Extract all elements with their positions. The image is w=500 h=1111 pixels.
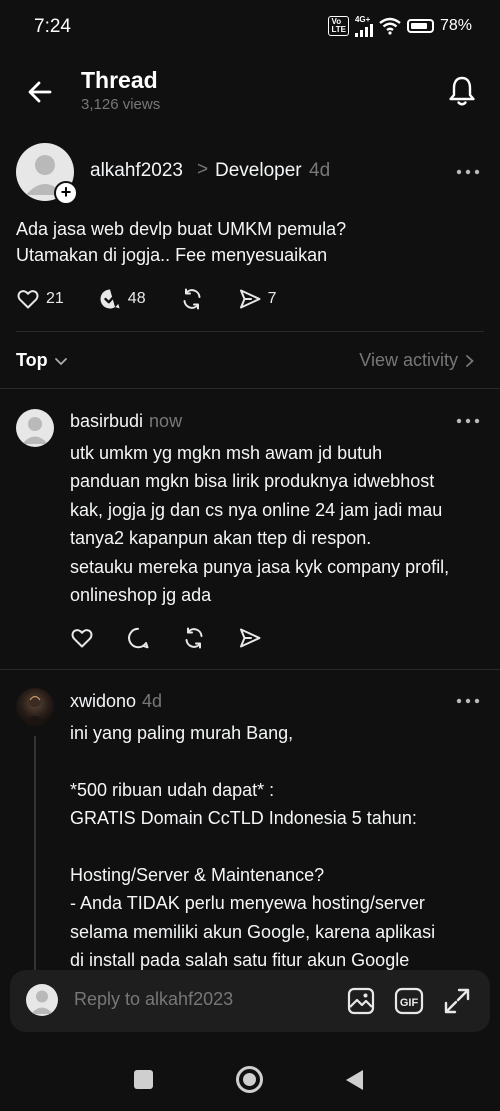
wifi-icon	[379, 17, 401, 35]
reply-body: utk umkm yg mgkn msh awam jd butuh pandu…	[70, 443, 450, 606]
share-button[interactable]	[238, 626, 262, 650]
more-horizontal-icon[interactable]	[456, 416, 480, 426]
sort-label: Top	[16, 350, 48, 370]
bell-icon[interactable]	[446, 74, 478, 108]
post-actions: 21 48 7	[16, 287, 277, 311]
reply-body: ini yang paling murah Bang, *500 ribuan …	[70, 723, 436, 999]
back-triangle-icon[interactable]	[346, 1070, 363, 1090]
post-time: 4d	[309, 160, 331, 181]
divider	[16, 331, 484, 332]
home-icon[interactable]	[236, 1066, 263, 1093]
cell-signal-icon: 4G+	[354, 15, 373, 37]
reply-author[interactable]: xwidono 4d	[70, 691, 162, 712]
reply-author[interactable]: basirbudi now	[70, 411, 182, 432]
follow-plus-icon[interactable]: +	[54, 181, 78, 205]
avatar[interactable]	[16, 409, 54, 447]
reply-input[interactable]	[74, 989, 324, 1010]
image-icon[interactable]	[346, 986, 376, 1016]
arrow-left-icon[interactable]	[24, 76, 56, 108]
send-icon	[239, 289, 261, 309]
repost-button[interactable]	[180, 287, 204, 311]
send-icon	[240, 628, 261, 648]
status-bar: 7:24 Vo LTE 4G+ 78%	[0, 0, 500, 52]
volte-icon: Vo LTE	[328, 16, 349, 36]
battery-icon	[406, 19, 434, 33]
like-button[interactable]: 21	[16, 287, 64, 311]
more-horizontal-icon[interactable]	[456, 167, 480, 177]
divider	[0, 669, 500, 670]
heart-icon	[17, 290, 39, 309]
chevron-down-icon	[54, 357, 67, 365]
heart-icon	[71, 629, 93, 648]
view-count: 3,126 views	[81, 96, 161, 113]
sort-dropdown[interactable]: Top	[16, 350, 69, 371]
share-button[interactable]: 7	[238, 287, 277, 311]
view-activity-link[interactable]: View activity	[359, 350, 476, 371]
repost-button[interactable]	[182, 626, 206, 650]
more-horizontal-icon[interactable]	[456, 696, 480, 706]
network-type: 4G+	[354, 15, 371, 24]
recents-icon[interactable]	[134, 1070, 153, 1089]
post-body: Ada jasa web devlp buat UMKM pemula? Uta…	[16, 216, 486, 268]
avatar[interactable]	[16, 688, 54, 726]
system-nav-bar	[0, 1048, 500, 1111]
repost-icon	[185, 627, 203, 649]
reply-count: 48	[127, 290, 146, 307]
reply-time: 4d	[142, 691, 163, 711]
like-button[interactable]	[70, 626, 94, 650]
post-text-line: Ada jasa web devlp buat UMKM pemula?	[16, 219, 347, 239]
battery-percent: 78%	[439, 17, 472, 34]
default-avatar-icon	[31, 990, 53, 1014]
status-icons: Vo LTE 4G+ 78%	[328, 15, 472, 37]
reply-button[interactable]	[126, 626, 150, 650]
reply-author-name[interactable]: xwidono	[70, 691, 136, 711]
post-text-line: Utamakan di jogja.. Fee menyesuaikan	[16, 245, 328, 265]
default-avatar-icon	[22, 417, 48, 444]
view-activity-label: View activity	[359, 350, 458, 370]
repost-icon	[183, 288, 201, 310]
expand-icon[interactable]	[442, 986, 472, 1016]
sort-row: Top View activity	[0, 342, 500, 382]
reply-count-button[interactable]: 48	[98, 287, 146, 311]
like-count: 21	[46, 290, 64, 307]
page-title: Thread	[81, 67, 158, 93]
svg-text:GIF: GIF	[400, 997, 419, 1009]
chevron-right-icon: >	[197, 159, 209, 180]
chevron-right-icon	[466, 354, 474, 367]
replied-check-icon	[100, 289, 120, 309]
reply-author-name[interactable]: basirbudi	[70, 411, 143, 431]
share-count: 7	[267, 290, 277, 307]
divider	[0, 388, 500, 389]
user-photo-icon	[23, 695, 47, 726]
status-time: 7:24	[34, 16, 71, 37]
reply-actions	[70, 626, 262, 650]
reply-composer: GIF	[10, 970, 490, 1032]
post-author[interactable]: alkahf2023	[90, 160, 183, 182]
comment-icon	[128, 627, 149, 649]
gif-icon[interactable]: GIF	[394, 986, 424, 1016]
post-topic[interactable]: Developer	[215, 160, 302, 182]
thread-header: Thread 3,126 views	[0, 56, 500, 126]
reply-time: now	[149, 411, 183, 431]
avatar	[26, 984, 58, 1016]
